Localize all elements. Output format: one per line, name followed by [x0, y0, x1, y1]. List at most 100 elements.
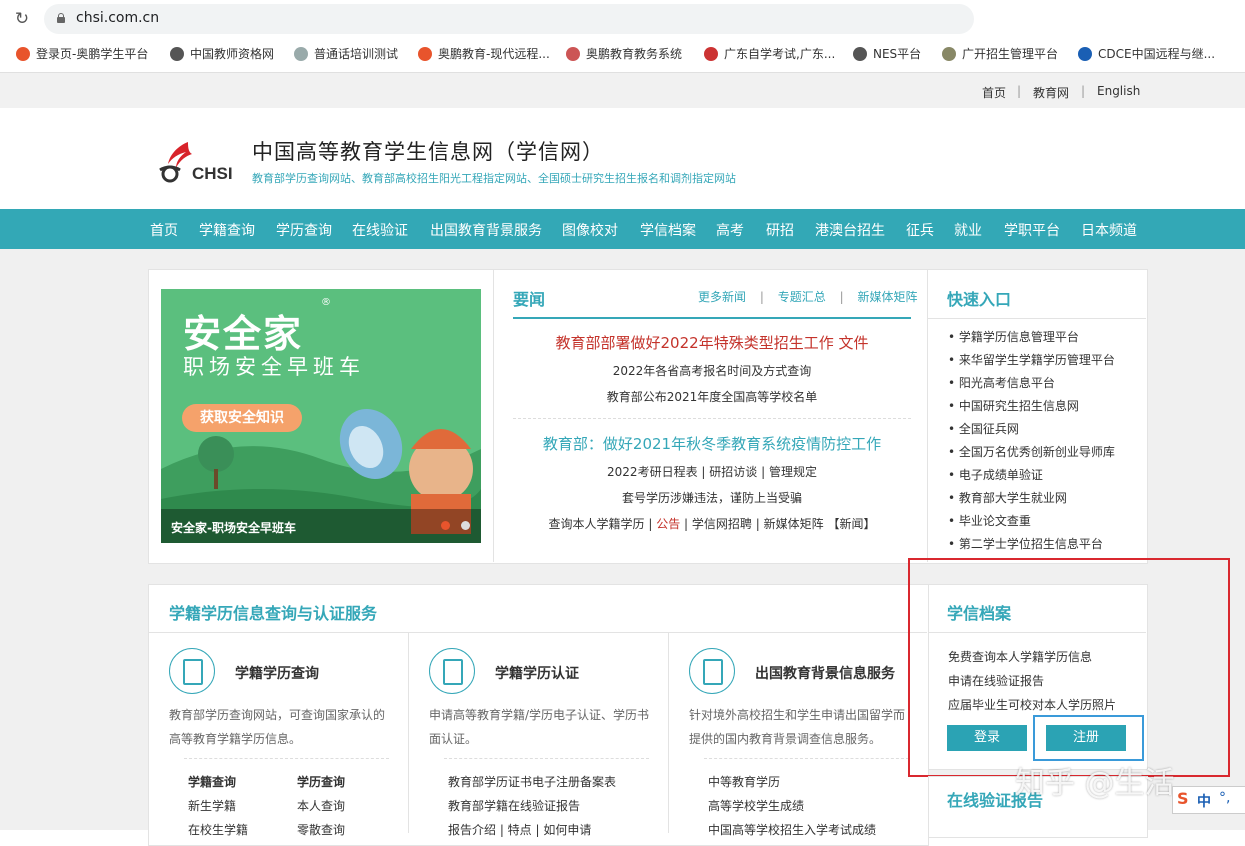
news-link[interactable]: 研招访谈 — [709, 465, 757, 479]
news-title: 要闻 — [513, 290, 546, 309]
bookmark-item[interactable]: 普通话培训测试 — [294, 45, 398, 62]
nav-item[interactable]: 在线验证 — [352, 220, 408, 240]
service-link[interactable]: 学籍查询 — [188, 773, 236, 790]
carousel-dot-active[interactable] — [441, 521, 450, 530]
divider — [493, 269, 494, 562]
more-news-link[interactable]: 更多新闻 — [698, 290, 746, 304]
banner-subtitle: 职场安全早班车 — [183, 355, 365, 379]
service-col-desc: 申请高等教育学籍/学历电子认证、学历书面认证。 — [429, 708, 650, 746]
news-link[interactable]: 【新闻】 — [827, 517, 875, 531]
notice-link[interactable]: 公告 — [656, 517, 680, 531]
nav-item[interactable]: 就业 — [954, 220, 982, 240]
quick-entry-title: 快速入口 — [947, 290, 1012, 309]
news-link[interactable]: 新媒体矩阵 — [764, 517, 824, 531]
news-links: 更多新闻 | 专题汇总 | 新媒体矩阵 — [698, 288, 917, 305]
reload-icon[interactable]: ↻ — [12, 9, 32, 29]
banner-button[interactable]: 获取安全知识 — [182, 404, 302, 432]
promo-banner[interactable]: 安全家 ® 职场安全早班车 获取安全知识 安全家-职场安全早班车 — [161, 289, 481, 543]
quick-entry-item[interactable]: • 教育部大学生就业网 — [948, 489, 1067, 506]
sogou-icon: S — [1177, 789, 1189, 808]
service-col-desc: 针对境外高校招生和学生申请出国留学而提供的国内教育背景调查信息服务。 — [689, 708, 906, 746]
service-col-title[interactable]: 出国教育背景信息服务 — [755, 663, 895, 683]
service-link[interactable]: 教育部学历证书电子注册备案表 — [448, 773, 616, 790]
ime-toolbar[interactable]: S 中 °, — [1172, 786, 1245, 814]
service-link[interactable]: 本人查询 — [297, 797, 345, 814]
bookmark-item[interactable]: 广东自学考试,广东... — [704, 45, 835, 62]
bookmark-favicon-icon — [853, 46, 867, 61]
nav-item[interactable]: 日本频道 — [1081, 220, 1137, 240]
top-link-english[interactable]: English — [1097, 84, 1140, 98]
nav-item[interactable]: 出国教育背景服务 — [430, 220, 542, 240]
bookmark-item[interactable]: 广开招生管理平台 — [942, 45, 1058, 62]
quick-entry-label: 中国研究生招生信息网 — [958, 399, 1079, 413]
headline-1[interactable]: 教育部部署做好2022年特殊类型招生工作 文件 — [513, 332, 911, 353]
divider — [184, 758, 389, 759]
quick-entry-item[interactable]: • 全国万名优秀创新创业导师库 — [948, 443, 1115, 460]
news-link[interactable]: 管理规定 — [769, 465, 817, 479]
punct-icon[interactable]: °, — [1219, 790, 1230, 806]
service-link[interactable]: 学历查询 — [297, 773, 345, 790]
quick-entry-label: 第二学士学位招生信息平台 — [958, 537, 1103, 551]
service-link[interactable]: 新生学籍 — [188, 797, 236, 814]
nav-item[interactable]: 港澳台招生 — [815, 220, 885, 240]
headline-2[interactable]: 教育部：做好2021年秋冬季教育系统疫情防控工作 — [513, 433, 911, 454]
news-row-1: 2022考研日程表 | 研招访谈 | 管理规定 — [607, 465, 817, 479]
carousel-dot[interactable] — [461, 521, 470, 530]
quick-entry-item[interactable]: • 全国征兵网 — [948, 420, 1019, 437]
divider — [928, 318, 1146, 319]
quick-entry-label: 毕业论文查重 — [958, 514, 1031, 528]
bookmark-label: NES平台 — [873, 47, 922, 61]
service-link[interactable]: 教育部学籍在线验证报告 — [448, 797, 580, 814]
quick-entry-item[interactable]: • 电子成绩单验证 — [948, 466, 1043, 483]
bookmark-label: 普通话培训测试 — [314, 47, 399, 61]
quick-entry-item[interactable]: • 学籍学历信息管理平台 — [948, 328, 1079, 345]
bookmark-item[interactable]: 中国教师资格网 — [170, 45, 274, 62]
lock-icon — [56, 13, 66, 23]
url-text[interactable]: chsi.com.cn — [76, 10, 159, 26]
address-bar[interactable] — [44, 4, 974, 34]
news-link[interactable]: 学信网招聘 — [692, 517, 752, 531]
service-col-title[interactable]: 学籍学历查询 — [235, 663, 319, 683]
quick-entry-item[interactable]: • 毕业论文查重 — [948, 512, 1031, 529]
nav-item[interactable]: 研招 — [766, 220, 794, 240]
topics-link[interactable]: 专题汇总 — [778, 290, 826, 304]
nav-item[interactable]: 学籍查询 — [199, 220, 255, 240]
news-link[interactable]: 查询本人学籍学历 — [549, 517, 645, 531]
media-matrix-link[interactable]: 新媒体矩阵 — [857, 290, 917, 304]
news-link[interactable]: 2022考研日程表 — [607, 465, 698, 479]
service-link[interactable]: 中等教育学历 — [708, 773, 780, 790]
bookmark-item[interactable]: 奥鹏教育-现代远程... — [418, 45, 550, 62]
nav-item[interactable]: 高考 — [716, 220, 744, 240]
news-item-2[interactable]: 教育部公布2021年度全国高等学校名单 — [513, 388, 911, 405]
ime-mode[interactable]: 中 — [1197, 791, 1211, 811]
quick-entry-item[interactable]: • 第二学士学位招生信息平台 — [948, 535, 1103, 552]
nav-item[interactable]: 征兵 — [906, 220, 934, 240]
quick-entry-label: 来华留学生学籍学历管理平台 — [958, 353, 1115, 367]
bookmark-item[interactable]: NES平台 — [853, 45, 921, 62]
news-item-3[interactable]: 套号学历涉嫌违法，谨防上当受骗 — [513, 489, 911, 506]
bookmark-item[interactable]: 登录页-奥鹏学生平台 — [16, 45, 148, 62]
quick-entry-label: 教育部大学生就业网 — [958, 491, 1067, 505]
nav-item[interactable]: 首页 — [150, 220, 178, 240]
bookmark-label: 广开招生管理平台 — [962, 47, 1059, 61]
bookmark-item[interactable]: 奥鹏教育教务系统 — [566, 45, 682, 62]
service-title: 学籍学历信息查询与认证服务 — [169, 604, 378, 623]
quick-entry-item[interactable]: • 来华留学生学籍学历管理平台 — [948, 351, 1115, 368]
nav-item[interactable]: 学历查询 — [276, 220, 332, 240]
service-link[interactable]: 高等学校学生成绩 — [708, 797, 804, 814]
service-col-desc: 教育部学历查询网站，可查询国家承认的高等教育学籍学历信息。 — [169, 708, 386, 746]
top-link-home[interactable]: 首页 — [982, 84, 1006, 101]
quick-entry-item[interactable]: • 阳光高考信息平台 — [948, 374, 1055, 391]
nav-item[interactable]: 学信档案 — [640, 220, 696, 240]
service-col-title[interactable]: 学籍学历认证 — [495, 663, 579, 683]
news-item-1[interactable]: 2022年各省高考报名时间及方式查询 — [513, 362, 911, 379]
top-link-edu[interactable]: 教育网 — [1033, 84, 1069, 101]
news-underline — [513, 317, 911, 319]
nav-item[interactable]: 图像校对 — [562, 220, 618, 240]
chsi-logo-icon[interactable] — [158, 140, 194, 184]
divider — [513, 418, 911, 419]
quick-entry-item[interactable]: • 中国研究生招生信息网 — [948, 397, 1079, 414]
nav-item[interactable]: 学职平台 — [1004, 220, 1060, 240]
address-row: ↻ chsi.com.cn — [0, 0, 1245, 38]
bookmark-item[interactable]: CDCE中国远程与继... — [1078, 45, 1215, 62]
